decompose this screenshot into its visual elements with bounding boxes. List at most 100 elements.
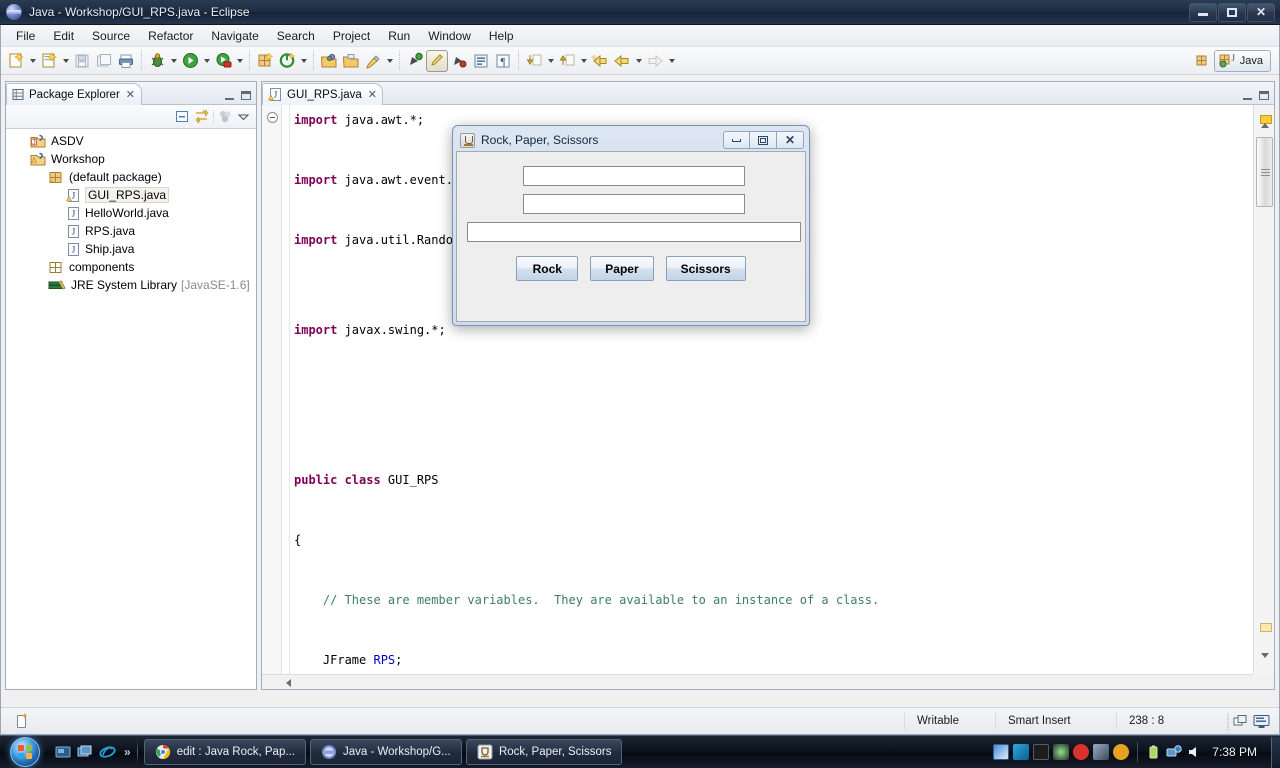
chevron-down-icon[interactable] [27, 50, 38, 72]
scrollbar-thumb[interactable] [1256, 137, 1273, 207]
external-tools-icon[interactable] [212, 50, 234, 72]
next-annotation-down-icon[interactable] [523, 50, 545, 72]
battery-icon[interactable] [1146, 744, 1162, 760]
maximize-icon[interactable] [1257, 89, 1270, 102]
dialog-titlebar[interactable]: Rock, Paper, Scissors ✕ [456, 129, 806, 151]
chevron-down-icon[interactable] [633, 50, 644, 72]
close-icon[interactable]: ✕ [1247, 2, 1275, 22]
menu-file[interactable]: File [7, 27, 44, 45]
tree-item-helloworld-java[interactable]: J HelloWorld.java [6, 204, 256, 222]
search-icon[interactable] [362, 50, 384, 72]
chevron-down-icon[interactable] [545, 50, 556, 72]
debug-icon[interactable] [146, 50, 168, 72]
chevron-down-icon[interactable] [384, 50, 395, 72]
taskbar-rps-window[interactable]: Rock, Paper, Scissors [465, 739, 623, 765]
link-with-editor-icon[interactable] [193, 109, 210, 125]
tree-item-workshop[interactable]: Workshop [6, 150, 256, 168]
scroll-left-arrow-icon[interactable] [282, 677, 294, 688]
print-icon[interactable] [115, 50, 137, 72]
toggle-mark-occurrences-icon[interactable] [426, 49, 448, 72]
minimize-icon[interactable] [1189, 2, 1217, 22]
tree-item-asdv[interactable]: J ASDV [6, 132, 256, 150]
scissors-button[interactable]: Scissors [665, 256, 746, 281]
tree-item-ship-java[interactable]: J Ship.java [6, 240, 256, 258]
restore-layout-icon[interactable] [1231, 712, 1249, 730]
paper-button[interactable]: Paper [590, 256, 654, 281]
new-java-class-icon[interactable] [38, 50, 60, 72]
previous-annotation-up-icon[interactable] [556, 50, 578, 72]
scroll-up-arrow-icon[interactable] [1254, 117, 1274, 134]
view-menu-icon[interactable] [236, 109, 251, 124]
rock-paper-scissors-dialog[interactable]: Rock, Paper, Scissors ✕ Rock Paper Sciss… [452, 125, 810, 326]
close-icon[interactable]: ✕ [126, 88, 135, 101]
tray-app-1[interactable] [993, 744, 1010, 760]
menu-source[interactable]: Source [83, 27, 139, 45]
next-annotation-icon[interactable] [404, 50, 426, 72]
menu-search[interactable]: Search [268, 27, 324, 45]
tray-app-3[interactable] [1033, 744, 1050, 760]
tree-item-jre-system-library[interactable]: JRE System Library [JavaSE-1.6] [6, 276, 256, 294]
menu-run[interactable]: Run [379, 27, 419, 45]
collapse-all-icon[interactable] [174, 109, 190, 125]
last-edit-location-icon[interactable] [589, 50, 611, 72]
volume-icon[interactable] [1186, 744, 1202, 760]
taskbar-eclipse-window[interactable]: Java - Workshop/G... [309, 739, 462, 765]
rock-button[interactable]: Rock [516, 256, 579, 281]
maximize-icon[interactable] [239, 89, 252, 102]
show-desktop-button[interactable] [1271, 736, 1280, 768]
chevron-down-icon[interactable] [234, 50, 245, 72]
editor-vertical-scrollbar[interactable] [1253, 105, 1274, 674]
new-package-icon[interactable] [254, 50, 276, 72]
chevron-down-icon[interactable] [578, 50, 589, 72]
minimize-icon[interactable] [723, 131, 750, 149]
tree-item-gui-rps-java[interactable]: J GUI_RPS.java [6, 186, 256, 204]
pilcrow-icon[interactable]: ¶ [492, 50, 514, 72]
menu-help[interactable]: Help [480, 27, 523, 45]
editor-horizontal-scrollbar[interactable] [262, 674, 1253, 689]
tree-item-components[interactable]: components [6, 258, 256, 276]
chevron-down-icon[interactable] [60, 50, 71, 72]
start-button[interactable] [2, 737, 48, 768]
network-icon[interactable] [1166, 744, 1182, 760]
tray-app-6[interactable] [1093, 744, 1110, 760]
computer-choice-field[interactable] [523, 194, 745, 214]
close-icon[interactable]: ✕ [777, 131, 804, 149]
minimize-icon[interactable] [1241, 89, 1254, 102]
overview-marker[interactable] [1260, 623, 1272, 632]
folding-ruler[interactable] [262, 105, 282, 674]
open-task-icon[interactable] [340, 50, 362, 72]
open-type-icon[interactable] [318, 50, 340, 72]
switch-window-icon[interactable] [76, 743, 94, 761]
chevron-down-icon[interactable] [201, 50, 212, 72]
new-java-project-icon[interactable] [276, 50, 298, 72]
new-wizard-icon[interactable] [5, 50, 27, 72]
show-desktop-icon[interactable] [54, 743, 72, 761]
tray-app-2[interactable] [1013, 744, 1030, 760]
show-whitespace-icon[interactable] [470, 50, 492, 72]
perspective-java-button[interactable]: J Java [1213, 49, 1271, 72]
open-perspective-icon[interactable] [1192, 50, 1214, 72]
console-monitor-icon[interactable] [1251, 712, 1271, 730]
human-choice-field[interactable] [523, 166, 745, 186]
chevron-down-icon[interactable] [168, 50, 179, 72]
menu-edit[interactable]: Edit [44, 27, 83, 45]
maximize-icon[interactable] [750, 131, 777, 149]
tray-app-4[interactable] [1053, 744, 1070, 760]
menu-window[interactable]: Window [419, 27, 480, 45]
tray-app-5[interactable] [1073, 744, 1090, 760]
quick-launch-overflow[interactable]: » [124, 745, 131, 759]
results-field[interactable] [467, 222, 801, 242]
close-icon[interactable]: ✕ [368, 88, 377, 101]
menu-navigate[interactable]: Navigate [202, 27, 267, 45]
tab-package-explorer[interactable]: Package Explorer ✕ [6, 83, 142, 105]
menu-refactor[interactable]: Refactor [139, 27, 202, 45]
taskbar-clock[interactable]: 7:38 PM [1206, 745, 1267, 759]
run-icon[interactable] [179, 50, 201, 72]
chevron-down-icon[interactable] [298, 50, 309, 72]
tab-gui-rps-java[interactable]: J GUI_RPS.java ✕ [262, 83, 383, 105]
chevron-down-icon[interactable] [666, 50, 677, 72]
internet-explorer-icon[interactable] [98, 743, 116, 761]
minimize-icon[interactable] [223, 89, 236, 102]
back-arrow-icon[interactable] [611, 50, 633, 72]
skip-breakpoints-icon[interactable] [448, 50, 470, 72]
